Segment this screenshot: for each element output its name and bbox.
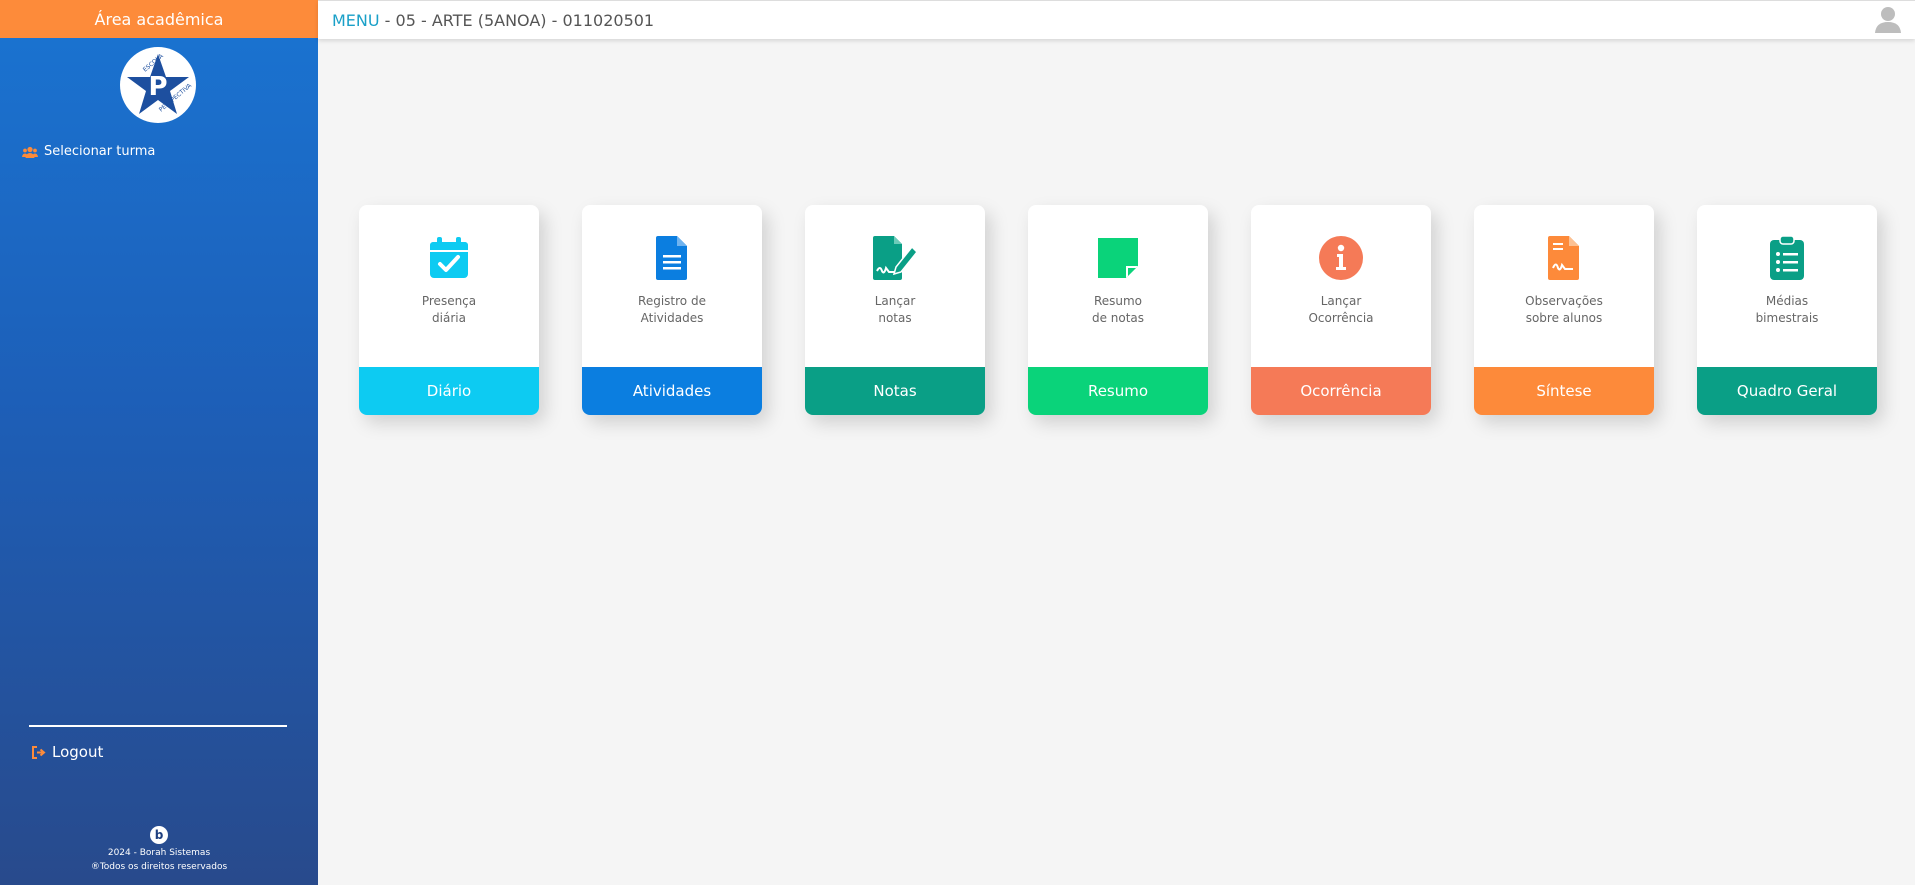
topbar: MENU - 05 - ARTE (5ANOA) - 011020501 bbox=[318, 0, 1915, 39]
sintese-button[interactable]: Síntese bbox=[1474, 367, 1654, 415]
card-atividades[interactable]: Registro de Atividades Atividades bbox=[582, 205, 762, 415]
card-label: Presença diária bbox=[421, 294, 477, 325]
card-label: Lançar notas bbox=[874, 294, 916, 325]
footer-rights: ®Todos os direitos reservados bbox=[90, 862, 228, 872]
school-logo: P ESCOLA PERSPECTIVA bbox=[120, 47, 196, 123]
card-resumo[interactable]: Resumo de notas Resumo bbox=[1028, 205, 1208, 415]
card-label: Observações sobre alunos bbox=[1525, 294, 1603, 325]
card-diario[interactable]: Presença diária Diário bbox=[359, 205, 539, 415]
user-avatar-icon[interactable] bbox=[1873, 4, 1903, 34]
select-turma-link[interactable]: Selecionar turma bbox=[22, 144, 155, 159]
menu-cards: Presença diária Diário Registro de Ativi… bbox=[359, 205, 1877, 415]
diario-button[interactable]: Diário bbox=[359, 367, 539, 415]
sign-out-icon bbox=[32, 745, 46, 759]
notas-button[interactable]: Notas bbox=[805, 367, 985, 415]
card-label: Registro de Atividades bbox=[638, 294, 706, 325]
menu-link[interactable]: MENU bbox=[332, 11, 380, 30]
borah-logo-icon: b bbox=[150, 826, 168, 844]
sidebar-footer: b 2024 - Borah Sistemas ®Todos os direit… bbox=[0, 826, 318, 874]
resumo-button[interactable]: Resumo bbox=[1028, 367, 1208, 415]
card-ocorrencia[interactable]: Lançar Ocorrência Ocorrência bbox=[1251, 205, 1431, 415]
card-label: Lançar Ocorrência bbox=[1308, 294, 1374, 325]
logout-label: Logout bbox=[52, 743, 104, 761]
atividades-button[interactable]: Atividades bbox=[582, 367, 762, 415]
sidebar-divider bbox=[29, 725, 287, 727]
info-circle-icon bbox=[1319, 236, 1363, 280]
clipboard-list-icon bbox=[1770, 235, 1804, 280]
card-quadro-geral[interactable]: Médias bimestrais Quadro Geral bbox=[1697, 205, 1877, 415]
card-notas[interactable]: Lançar notas Notas bbox=[805, 205, 985, 415]
area-header: Área acadêmica bbox=[0, 0, 318, 38]
card-label: Médias bimestrais bbox=[1755, 294, 1819, 325]
select-turma-label: Selecionar turma bbox=[44, 144, 156, 159]
class-title: - 05 - ARTE (5ANOA) - 011020501 bbox=[379, 10, 655, 30]
users-icon bbox=[22, 146, 38, 158]
file-contract-icon bbox=[1548, 236, 1579, 280]
file-lines-icon bbox=[656, 236, 687, 280]
page-title: MENU - 05 - ARTE (5ANOA) - 011020501 bbox=[332, 11, 654, 30]
sidebar: Área acadêmica P ESCOLA PERSPECTIVA Sele… bbox=[0, 0, 318, 885]
footer-copyright-year: 2024 - Borah Sistemas bbox=[107, 848, 211, 858]
ocorrencia-button[interactable]: Ocorrência bbox=[1251, 367, 1431, 415]
card-sintese[interactable]: Observações sobre alunos Síntese bbox=[1474, 205, 1654, 415]
quadro-geral-button[interactable]: Quadro Geral bbox=[1697, 367, 1877, 415]
card-label: Resumo de notas bbox=[1091, 294, 1145, 325]
logo-star-icon: P ESCOLA PERSPECTIVA bbox=[127, 52, 193, 114]
svg-text:P: P bbox=[148, 72, 167, 102]
calendar-check-icon bbox=[430, 237, 468, 278]
logout-link[interactable]: Logout bbox=[32, 743, 103, 761]
file-signature-icon bbox=[873, 236, 918, 280]
sticky-note-icon bbox=[1098, 238, 1138, 278]
